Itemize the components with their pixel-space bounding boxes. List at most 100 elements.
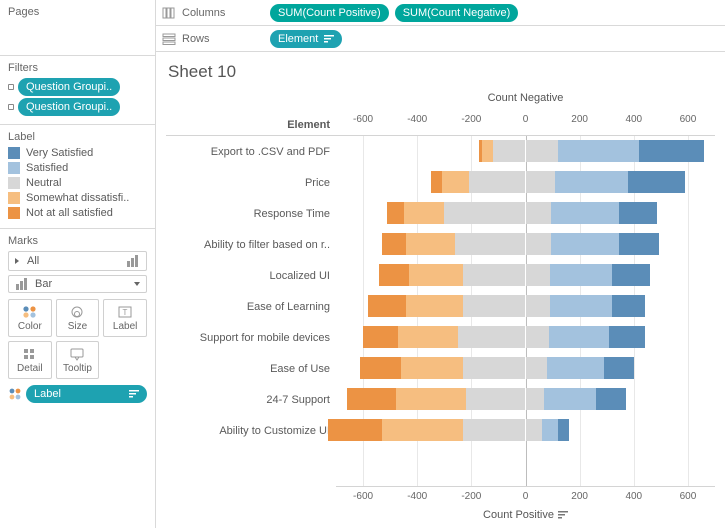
bar-segment[interactable] [479, 140, 482, 162]
bottom-axis-title: Count Positive [483, 509, 554, 521]
bar-segment[interactable] [406, 233, 455, 255]
bar-segment[interactable] [609, 326, 644, 348]
bar-segment[interactable] [431, 171, 442, 193]
bar-segment[interactable] [404, 202, 445, 224]
legend-item[interactable]: Not at all satisfied [8, 207, 147, 219]
bar-segment[interactable] [493, 140, 525, 162]
bar-segment[interactable] [551, 233, 619, 255]
row-label[interactable]: Ease of Learning [166, 291, 336, 322]
bar-segment[interactable] [368, 295, 406, 317]
bar-segment[interactable] [551, 202, 619, 224]
bar-segment[interactable] [619, 202, 657, 224]
row-label[interactable]: Response Time [166, 198, 336, 229]
bar-segment[interactable] [382, 233, 406, 255]
bar-segment[interactable] [604, 357, 634, 379]
bar-segment[interactable] [526, 140, 558, 162]
marks-detail-button[interactable]: Detail [8, 341, 52, 379]
bar-row [336, 233, 715, 255]
bar-segment[interactable] [458, 326, 526, 348]
axis-tick: 0 [523, 114, 529, 125]
marks-color-button[interactable]: Color [8, 299, 52, 337]
bar-segment[interactable] [596, 388, 626, 410]
bar-segment[interactable] [466, 388, 526, 410]
bar-segment[interactable] [558, 419, 569, 441]
bar-segment[interactable] [401, 357, 463, 379]
bar-segment[interactable] [526, 264, 550, 286]
legend-item[interactable]: Very Satisfied [8, 147, 147, 159]
row-label[interactable]: 24-7 Support [166, 384, 336, 415]
bar-segment[interactable] [526, 388, 545, 410]
bar-segment[interactable] [558, 140, 639, 162]
bar-segment[interactable] [387, 202, 403, 224]
bar-segment[interactable] [547, 357, 604, 379]
legend-item[interactable]: Somewhat dissatisfi.. [8, 192, 147, 204]
bar-segment[interactable] [463, 419, 525, 441]
bar-segment[interactable] [442, 171, 469, 193]
legend-swatch [8, 207, 20, 219]
bar-segment[interactable] [444, 202, 525, 224]
rows-shelf[interactable]: Rows Element [156, 26, 725, 52]
bar-segment[interactable] [526, 357, 548, 379]
bar-segment[interactable] [639, 140, 704, 162]
row-label[interactable]: Ability to Customize UI [166, 415, 336, 446]
legend-item[interactable]: Neutral [8, 177, 147, 189]
bar-segment[interactable] [328, 419, 382, 441]
axis-tick: -600 [353, 491, 373, 502]
bar-segment[interactable] [347, 388, 396, 410]
columns-shelf-label: Columns [182, 7, 225, 19]
bar-segment[interactable] [382, 419, 463, 441]
bar-segment[interactable] [526, 171, 556, 193]
filter-pill[interactable]: Question Groupi.. [18, 98, 120, 116]
row-label[interactable]: Localized UI [166, 260, 336, 291]
row-label[interactable]: Ease of Use [166, 353, 336, 384]
sort-icon [558, 511, 568, 519]
bar-segment[interactable] [628, 171, 685, 193]
bar-segment[interactable] [526, 233, 552, 255]
bar-segment[interactable] [612, 264, 650, 286]
bar-segment[interactable] [469, 171, 526, 193]
marks-size-button[interactable]: Size [56, 299, 100, 337]
legend-item[interactable]: Satisfied [8, 162, 147, 174]
bar-segment[interactable] [526, 419, 542, 441]
bar-segment[interactable] [526, 202, 552, 224]
top-axis-title: Count Negative [336, 90, 715, 108]
row-label[interactable]: Support for mobile devices [166, 322, 336, 353]
columns-shelf[interactable]: Columns SUM(Count Positive) SUM(Count Neg… [156, 0, 725, 26]
column-pill[interactable]: SUM(Count Positive) [270, 4, 389, 22]
bar-segment[interactable] [396, 388, 466, 410]
bar-segment[interactable] [406, 295, 463, 317]
row-label[interactable]: Export to .CSV and PDF [166, 136, 336, 167]
column-pill[interactable]: SUM(Count Negative) [395, 4, 519, 22]
bar-segment[interactable] [612, 295, 644, 317]
bar-segment[interactable] [363, 326, 398, 348]
bar-segment[interactable] [619, 233, 660, 255]
bar-segment[interactable] [482, 140, 493, 162]
bar-segment[interactable] [463, 264, 525, 286]
bar-segment[interactable] [526, 326, 549, 348]
row-pill[interactable]: Element [270, 30, 342, 48]
bar-segment[interactable] [526, 295, 550, 317]
bar-segment[interactable] [544, 388, 595, 410]
bar-segment[interactable] [555, 171, 628, 193]
marks-tooltip-button[interactable]: Tooltip [56, 341, 100, 379]
marks-label-pill[interactable]: Label [26, 385, 147, 403]
axis-tick: 0 [523, 491, 529, 502]
columns-icon [162, 7, 176, 19]
bar-segment[interactable] [463, 357, 525, 379]
bar-segment[interactable] [463, 295, 525, 317]
bar-segment[interactable] [360, 357, 401, 379]
bar-segment[interactable] [550, 264, 612, 286]
marks-type-dropdown[interactable]: Bar [8, 275, 147, 293]
marks-label-button[interactable]: TLabel [103, 299, 147, 337]
bar-segment[interactable] [542, 419, 558, 441]
marks-all-toggle[interactable]: All [8, 251, 147, 271]
bar-segment[interactable] [409, 264, 463, 286]
bar-segment[interactable] [379, 264, 409, 286]
filter-pill[interactable]: Question Groupi.. [18, 78, 120, 96]
row-label[interactable]: Price [166, 167, 336, 198]
bar-segment[interactable] [398, 326, 458, 348]
bar-segment[interactable] [455, 233, 525, 255]
row-label[interactable]: Ability to filter based on r.. [166, 229, 336, 260]
bar-segment[interactable] [550, 295, 612, 317]
bar-segment[interactable] [549, 326, 610, 348]
